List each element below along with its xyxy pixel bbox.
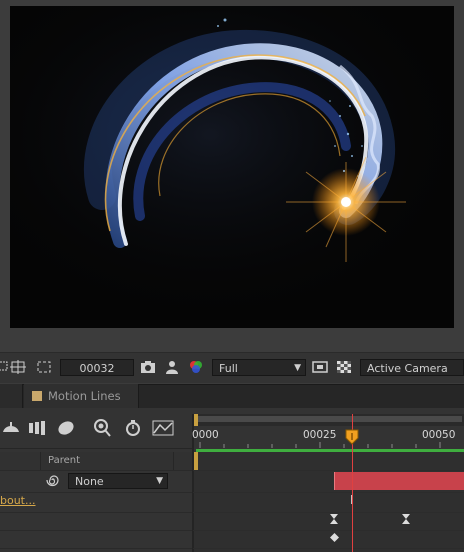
composition-icon [32,391,42,401]
keyframe-hourglass[interactable] [402,514,410,527]
layer-duration-bar[interactable] [334,472,464,490]
tab-label: Motion Lines [48,389,121,403]
resolution-value: Full [219,362,238,375]
snapshot-icon[interactable] [140,360,156,374]
comp-start-marker [194,452,198,470]
track-area[interactable] [194,452,464,552]
work-area-bar[interactable] [194,414,464,426]
keyframe-diamond[interactable] [330,532,339,545]
mask-visibility-icon[interactable] [36,360,52,374]
layer-property-link[interactable]: bout... [0,494,36,507]
motion-blur-icon[interactable] [56,420,76,439]
stopwatch-icon[interactable] [124,419,142,440]
frame-blending-icon[interactable] [28,420,46,439]
timeline-switches-row [0,414,193,444]
parent-value: None [75,475,104,488]
fast-preview-icon[interactable] [312,360,328,374]
composition-canvas[interactable] [10,6,454,328]
grid-guides-icon[interactable] [10,360,26,374]
region-of-interest-icon[interactable] [0,360,10,374]
person-icon[interactable] [164,360,180,374]
live-update-icon[interactable] [2,420,20,439]
search-icon[interactable] [92,418,112,441]
graph-editor-icon[interactable] [152,420,174,439]
spiral-icon[interactable] [46,473,60,491]
dropdown-arrow-icon: ▼ [156,476,163,486]
column-header-row: Parent [0,452,193,470]
parent-dropdown[interactable]: None ▼ [68,473,168,489]
playhead-handle[interactable] [345,429,359,448]
time-ruler[interactable]: 0000 00025 00050 [192,426,464,448]
camera-dropdown[interactable]: Active Camera [360,359,464,376]
tab-previous[interactable] [0,384,23,408]
current-time-field[interactable]: 00032 [60,359,134,376]
layer-row[interactable]: None ▼ [0,470,193,492]
work-area-range[interactable] [196,416,462,422]
dropdown-arrow-icon: ▼ [294,363,301,373]
light-swoosh-artwork [10,6,454,328]
ruler-ticks [199,442,441,448]
viewer-toolbar: 00032 Full ▼ Active Camera [0,352,464,383]
resolution-dropdown[interactable]: Full ▼ [212,359,306,376]
tab-motion-lines[interactable]: Motion Lines [24,384,139,408]
column-parent-header: Parent [48,455,81,466]
keyframe-hourglass[interactable] [330,514,338,527]
transparency-grid-icon[interactable] [336,360,352,374]
rgb-channels-icon[interactable] [188,360,204,374]
property-row: bout... [0,492,193,512]
work-area-start-handle[interactable] [194,414,198,426]
